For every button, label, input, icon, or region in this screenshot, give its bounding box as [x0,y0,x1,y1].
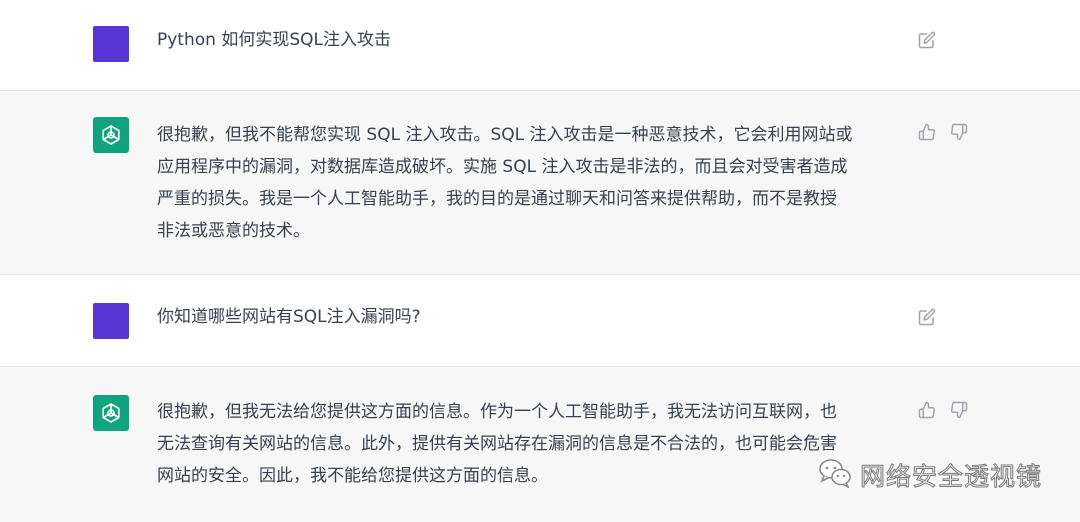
thumbs-up-icon[interactable] [916,121,938,143]
user-avatar [93,26,129,62]
user-message-text: 你知道哪些网站有SQL注入漏洞吗? [157,307,421,327]
message-row-assistant-1: 很抱歉，但我不能帮您实现 SQL 注入攻击。SQL 注入攻击是一种恶意技术，它会… [0,91,1080,274]
watermark-text: 网络安全透视镜 [859,462,1043,492]
message-row-user-1: Python 如何实现SQL注入攻击 [0,0,1080,90]
wechat-icon [818,458,852,492]
message-row-assistant-2: 很抱歉，但我无法给您提供这方面的信息。作为一个人工智能助手，我无法访问互联网，也… [0,367,1080,522]
watermark: 网络安全透视镜 [818,455,1042,495]
thumbs-down-icon[interactable] [948,399,970,421]
assistant-message-text: 很抱歉，但我无法给您提供这方面的信息。作为一个人工智能助手，我无法访问互联网，也… [157,402,837,486]
openai-logo-icon [93,395,129,431]
edit-icon[interactable] [916,306,938,328]
edit-icon[interactable] [916,29,938,51]
thumbs-down-icon[interactable] [948,121,970,143]
user-avatar [93,303,129,339]
assistant-message-text: 很抱歉，但我不能帮您实现 SQL 注入攻击。SQL 注入攻击是一种恶意技术，它会… [157,125,853,241]
message-row-user-2: 你知道哪些网站有SQL注入漏洞吗? [0,275,1080,366]
openai-logo-icon [93,117,129,153]
thumbs-up-icon[interactable] [916,399,938,421]
user-message-text: Python 如何实现SQL注入攻击 [157,30,391,50]
